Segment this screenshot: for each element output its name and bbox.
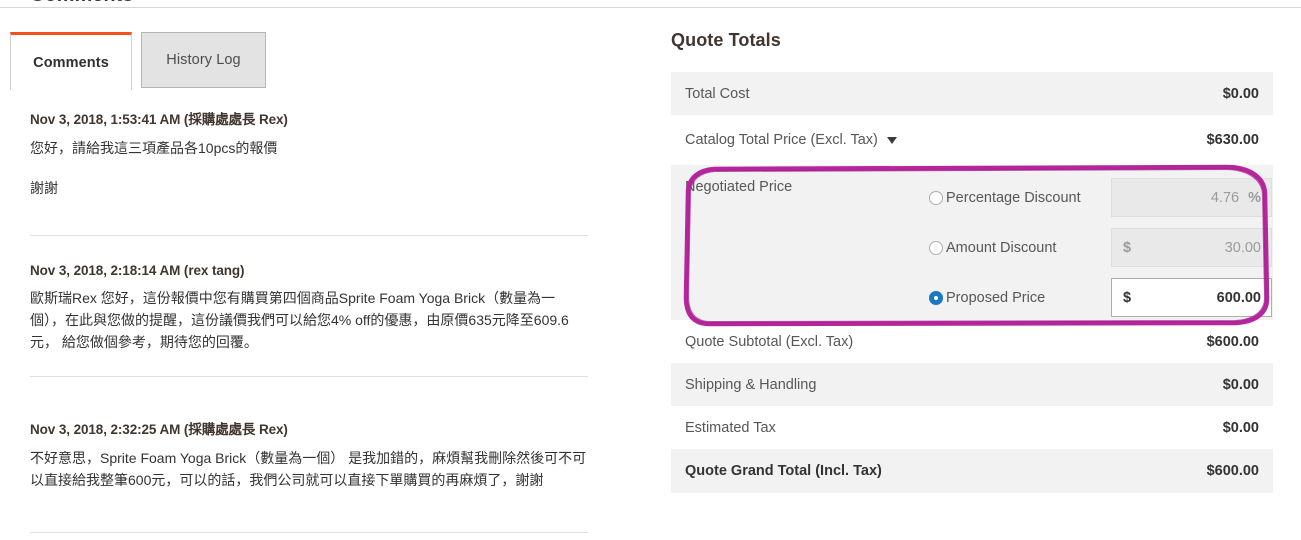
chevron-down-icon[interactable]	[886, 136, 897, 144]
comment-item: Nov 3, 2018, 1:53:41 AM (採購處處長 Rex) 您好，請…	[30, 108, 588, 199]
option-percentage-discount[interactable]: Percentage Discount 4.76 %	[929, 176, 1273, 219]
currency-prefix: $	[1123, 239, 1132, 256]
comment-body: 歐斯瑞Rex 您好，這份報價中您有購買第四個商品Sprite Foam Yoga…	[30, 287, 588, 353]
row-shipping-handling: Shipping & Handling $0.00	[671, 363, 1273, 406]
row-quote-subtotal: Quote Subtotal (Excl. Tax) $600.00	[671, 320, 1273, 363]
radio-button-icon[interactable]	[929, 190, 943, 205]
comment-item: Nov 3, 2018, 2:32:25 AM (採購處處長 Rex) 不好意思…	[30, 418, 588, 491]
percentage-discount-value: 4.76	[1210, 189, 1240, 206]
option-amount-discount[interactable]: Amount Discount $ 30.00	[929, 226, 1273, 269]
radio-button-icon[interactable]	[929, 240, 943, 255]
percentage-discount-input[interactable]: 4.76 %	[1111, 178, 1272, 217]
proposed-price-input[interactable]: $ 600.00	[1111, 278, 1272, 317]
row-catalog-total-price[interactable]: Catalog Total Price (Excl. Tax) $630.00	[671, 115, 1273, 165]
row-estimated-tax-label: Estimated Tax	[685, 419, 776, 436]
catalog-total-price-label-group: Catalog Total Price (Excl. Tax)	[685, 132, 897, 148]
row-estimated-tax: Estimated Tax $0.00	[671, 406, 1273, 449]
tab-history-log[interactable]: History Log	[141, 32, 266, 88]
row-total-cost-label: Total Cost	[685, 85, 750, 102]
comments-panel: Comments History Log Nov 3, 2018, 1:53:4…	[0, 8, 650, 540]
comment-timestamp-author: Nov 3, 2018, 2:32:25 AM (採購處處長 Rex)	[30, 422, 288, 437]
row-estimated-tax-value: $0.00	[1222, 419, 1259, 436]
row-grand-total-label: Quote Grand Total (Incl. Tax)	[685, 463, 882, 479]
comment-timestamp-author: Nov 3, 2018, 2:18:14 AM (rex tang)	[30, 263, 245, 278]
proposed-price-value: 600.00	[1216, 289, 1261, 306]
tab-comments[interactable]: Comments	[10, 32, 132, 90]
clipped-page-heading: Comments	[30, 0, 133, 7]
comment-paragraph: 不好意思，Sprite Foam Yoga Brick（數量為一個） 是我加錯的…	[30, 450, 587, 488]
row-quote-subtotal-label: Quote Subtotal (Excl. Tax)	[685, 333, 854, 350]
amount-discount-value: 30.00	[1224, 239, 1261, 256]
comment-paragraph: 謝謝	[30, 180, 58, 196]
quote-totals-table: Total Cost $0.00 Catalog Total Price (Ex…	[671, 72, 1273, 493]
tab-comments-label: Comments	[33, 54, 109, 71]
radio-proposed-price-label: Proposed Price	[946, 289, 1046, 306]
row-quote-subtotal-value: $600.00	[1206, 333, 1259, 350]
radio-amount-discount-label: Amount Discount	[946, 239, 1057, 256]
comment-separator	[30, 376, 588, 377]
row-shipping-handling-value: $0.00	[1222, 376, 1259, 393]
tab-history-log-label: History Log	[166, 52, 241, 68]
comment-timestamp-author: Nov 3, 2018, 1:53:41 AM (採購處處長 Rex)	[30, 112, 288, 127]
negotiated-price-label: Negotiated Price	[685, 179, 793, 195]
radio-proposed-price[interactable]: Proposed Price	[929, 290, 1111, 306]
amount-discount-input[interactable]: $ 30.00	[1111, 228, 1272, 267]
radio-button-icon[interactable]	[929, 290, 943, 305]
negotiated-price-block: Negotiated Price Percentage Discount 4.7…	[671, 165, 1273, 320]
row-catalog-total-price-value: $630.00	[1206, 132, 1259, 148]
comment-body: 您好，請給我這三項產品各10pcs的報價 謝謝	[30, 137, 588, 199]
comment-body: 不好意思，Sprite Foam Yoga Brick（數量為一個） 是我加錯的…	[30, 447, 588, 491]
comment-item: Nov 3, 2018, 2:18:14 AM (rex tang) 歐斯瑞Re…	[30, 263, 588, 353]
quote-totals-title: Quote Totals	[671, 30, 781, 50]
row-total-cost: Total Cost $0.00	[671, 72, 1273, 115]
radio-percentage-discount-label: Percentage Discount	[946, 189, 1081, 206]
option-proposed-price[interactable]: Proposed Price $ 600.00	[929, 276, 1273, 319]
comment-separator	[30, 532, 588, 533]
comment-paragraph: 您好，請給我這三項產品各10pcs的報價	[30, 140, 278, 156]
row-grand-total: Quote Grand Total (Incl. Tax) $600.00	[671, 449, 1273, 493]
comment-paragraph: 歐斯瑞Rex 您好，這份報價中您有購買第四個商品Sprite Foam Yoga…	[30, 290, 569, 350]
row-total-cost-value: $0.00	[1222, 85, 1259, 102]
row-grand-total-value: $600.00	[1206, 463, 1259, 479]
radio-percentage-discount[interactable]: Percentage Discount	[929, 190, 1111, 206]
currency-prefix: $	[1123, 289, 1132, 306]
comment-separator	[30, 235, 588, 236]
row-shipping-handling-label: Shipping & Handling	[685, 376, 817, 393]
radio-amount-discount[interactable]: Amount Discount	[929, 240, 1111, 256]
row-catalog-total-price-label: Catalog Total Price (Excl. Tax)	[685, 132, 878, 148]
percent-suffix: %	[1248, 189, 1261, 206]
